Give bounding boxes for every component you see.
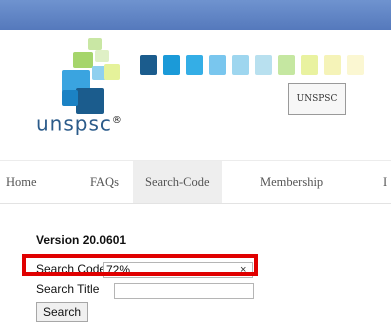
logo-square	[73, 52, 93, 68]
logo-square	[278, 55, 295, 75]
logo-square	[163, 55, 180, 75]
logo-square	[88, 38, 102, 50]
logo-square	[62, 90, 78, 106]
unspsc-badge: UNSPSC	[288, 83, 346, 115]
logo-square	[104, 64, 120, 80]
logo-square	[140, 55, 157, 75]
logo-square	[324, 55, 341, 75]
logo-square	[209, 55, 226, 75]
nav-search-code[interactable]: Search-Code	[133, 161, 222, 203]
badge-label: UNSPSC	[296, 94, 338, 104]
top-banner-bar	[0, 0, 391, 30]
nav-more[interactable]: I	[383, 161, 387, 203]
registered-mark: ®	[111, 115, 123, 126]
brand-wordmark: unspsc®	[36, 110, 123, 135]
logo-square	[95, 50, 109, 62]
highlight-box	[22, 254, 258, 276]
logo-square	[301, 55, 318, 75]
nav-home[interactable]: Home	[6, 161, 37, 203]
brand-text: unspsc	[36, 111, 112, 136]
nav-faqs[interactable]: FAQs	[90, 161, 119, 203]
logo-square	[186, 55, 203, 75]
logo-square	[255, 55, 272, 75]
logo-square	[232, 55, 249, 75]
search-button[interactable]: Search	[36, 302, 89, 322]
version-label: Version 20.0601	[36, 233, 127, 247]
search-title-input[interactable]	[114, 283, 254, 299]
search-title-label: Search Title	[36, 282, 100, 296]
main-navigation: Home FAQs Search-Code Membership I	[0, 160, 391, 204]
logo-square	[347, 55, 364, 75]
nav-membership[interactable]: Membership	[260, 161, 323, 203]
